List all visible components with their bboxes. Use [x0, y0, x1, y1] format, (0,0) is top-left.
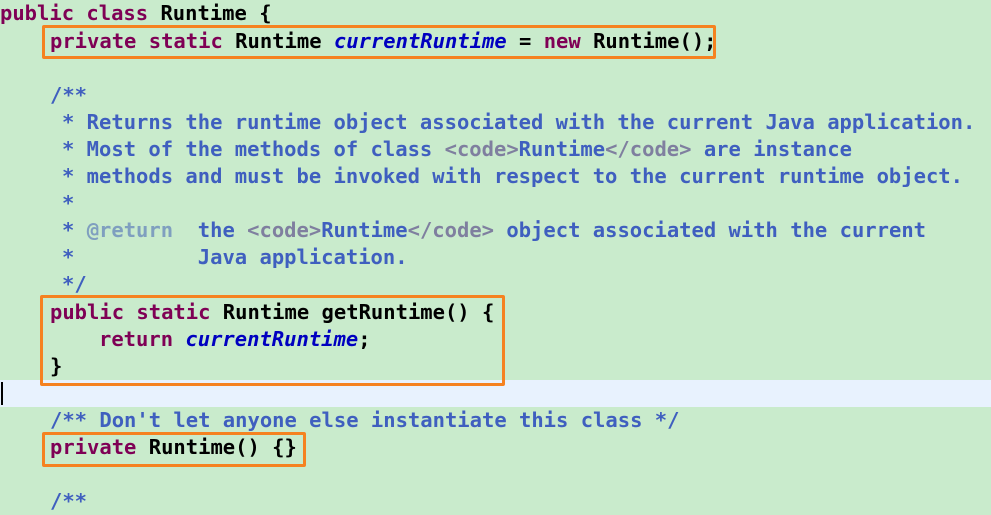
javadoc-text: are instance — [691, 137, 852, 161]
code-editor[interactable]: public class Runtime { private static Ru… — [0, 0, 991, 515]
javadoc-line: * — [62, 191, 75, 215]
html-tag: </code> — [605, 137, 692, 161]
html-tag: <code> — [247, 218, 322, 242]
javadoc-text: object associated with the current — [494, 218, 927, 242]
html-tag: </code> — [407, 218, 495, 242]
javadoc-open: /** — [50, 83, 88, 107]
javadoc-line: * Returns the runtime object associated … — [62, 110, 976, 134]
javadoc-single-line: /** Don't let anyone else instantiate th… — [50, 408, 680, 432]
javadoc-text: * Most of the methods of class — [62, 137, 445, 161]
javadoc-close: */ — [62, 272, 87, 296]
javadoc-text: Runtime — [518, 137, 606, 161]
javadoc-line: * methods and must be invoked with respe… — [62, 164, 963, 188]
javadoc-text: the — [173, 218, 248, 242]
highlight-box-constructor — [42, 432, 306, 467]
javadoc-line: * @return the <code>Runtime</code> objec… — [62, 217, 926, 244]
highlight-box-method — [40, 295, 505, 386]
javadoc-line: * Most of the methods of class <code>Run… — [62, 136, 852, 163]
javadoc-line: * Java application. — [62, 245, 408, 269]
text-caret — [1, 382, 3, 405]
javadoc-text: Runtime — [321, 218, 408, 242]
brace: { — [246, 1, 272, 25]
javadoc-tag: @return — [86, 218, 174, 242]
javadoc-star: * — [62, 218, 87, 242]
javadoc-open: /** — [50, 489, 88, 513]
class-name: Runtime — [160, 1, 247, 25]
keyword: public class — [0, 1, 161, 25]
code-line-class-declaration: public class Runtime { — [0, 0, 272, 27]
highlight-box-field — [42, 25, 716, 59]
html-tag: <code> — [444, 137, 519, 161]
